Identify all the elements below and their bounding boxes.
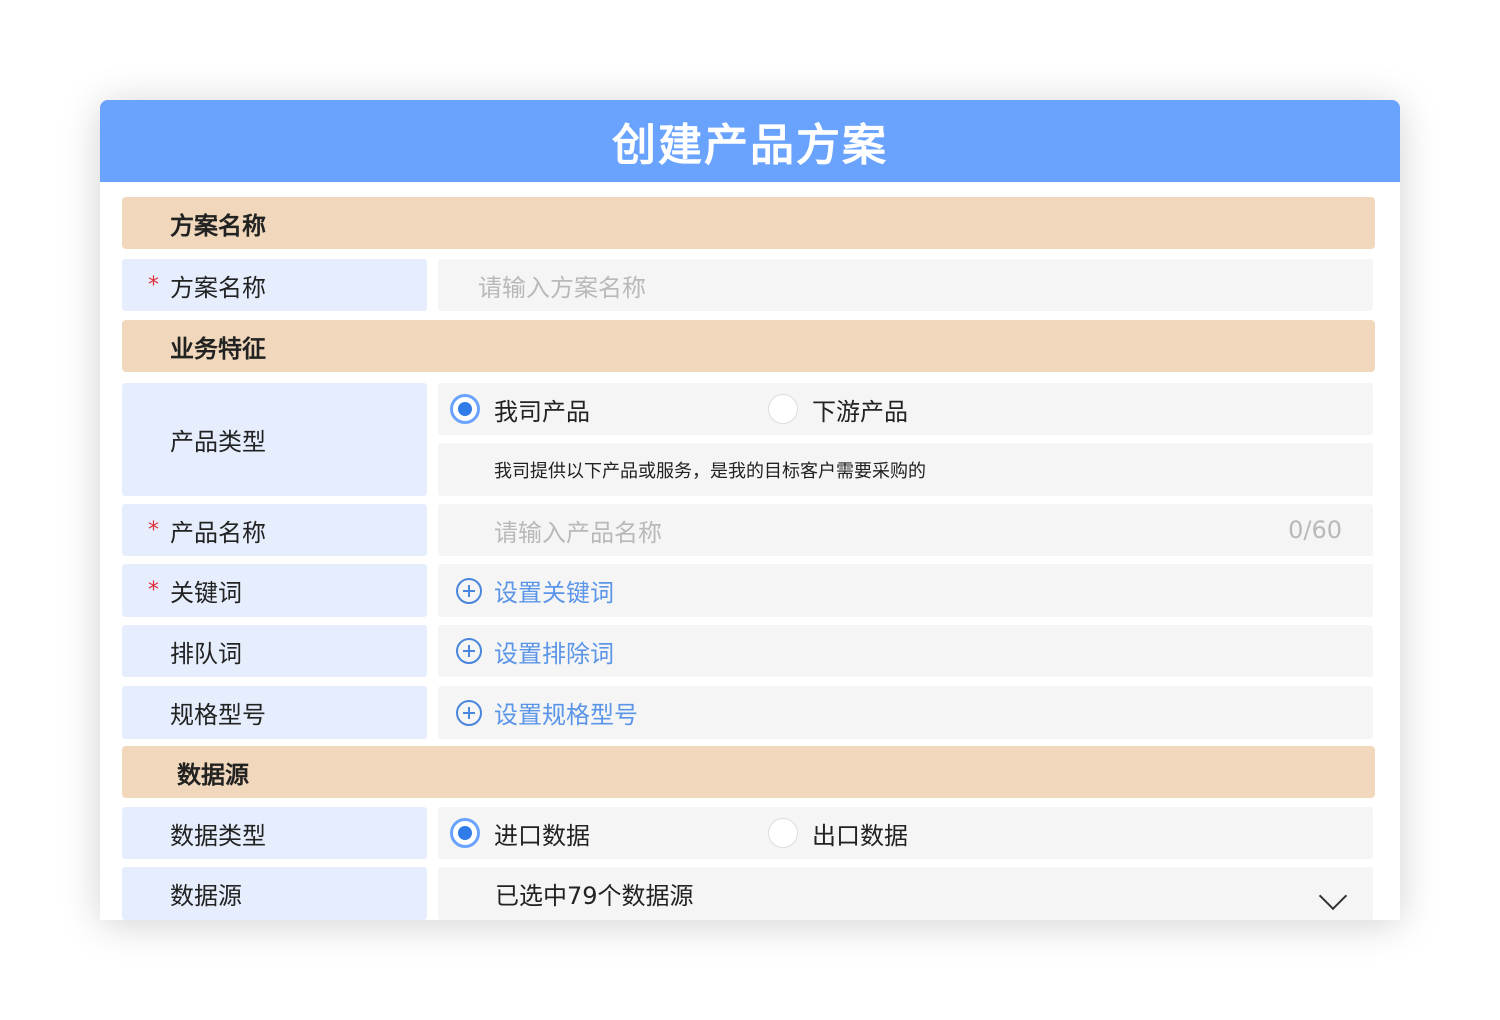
radio-option-import[interactable]: 进口数据 (450, 807, 590, 859)
set-keywords-button[interactable]: 设置关键词 (438, 564, 1373, 617)
product-type-radio-group: 我司产品 下游产品 (438, 383, 1373, 435)
data-type-label: 数据类型 (122, 807, 427, 859)
data-source-value: 已选中79个数据源 (495, 882, 694, 910)
product-name-placeholder: 请输入产品名称 (494, 518, 662, 547)
radio-checked-icon[interactable] (450, 818, 480, 848)
product-name-label: * 产品名称 (122, 504, 427, 556)
plus-circle-icon[interactable] (456, 577, 482, 604)
plus-circle-icon[interactable] (456, 638, 482, 664)
data-source-select[interactable]: 已选中79个数据源 (438, 867, 1373, 920)
radio-option-export[interactable]: 出口数据 (768, 807, 908, 859)
radio-option-downstream-product[interactable]: 下游产品 (768, 383, 908, 435)
keywords-label: * 关键词 (122, 564, 427, 617)
char-counter: 0/60 (1288, 516, 1342, 544)
radio-unchecked-icon[interactable] (768, 818, 798, 848)
section-title: 数据源 (177, 760, 249, 789)
exclude-words-label: 排队词 (122, 625, 427, 677)
section-title: 方案名称 (170, 211, 266, 240)
data-type-radio-group: 进口数据 出口数据 (438, 807, 1373, 859)
data-source-label: 数据源 (122, 867, 427, 920)
section-business: 业务特征 (122, 320, 1375, 372)
section-datasource: 数据源 (122, 746, 1375, 798)
radio-unchecked-icon[interactable] (768, 394, 798, 424)
section-title: 业务特征 (170, 334, 266, 363)
required-mark: * (148, 578, 159, 603)
product-name-input[interactable]: 请输入产品名称 0/60 (438, 504, 1373, 556)
radio-option-own-product[interactable]: 我司产品 (450, 383, 590, 435)
product-type-label: 产品类型 (122, 383, 427, 496)
plan-name-placeholder: 请输入方案名称 (478, 273, 646, 302)
set-exclude-words-button[interactable]: 设置排除词 (438, 625, 1373, 677)
required-mark: * (148, 517, 159, 543)
product-type-hint: 我司提供以下产品或服务，是我的目标客户需要采购的 (438, 443, 1373, 496)
required-mark: * (148, 272, 159, 298)
dialog-title: 创建产品方案 (100, 100, 1400, 182)
chevron-down-icon[interactable] (1318, 881, 1348, 911)
spec-model-label: 规格型号 (122, 686, 427, 739)
radio-checked-icon[interactable] (450, 394, 480, 424)
plan-name-label: * 方案名称 (122, 259, 427, 311)
plus-circle-icon[interactable] (456, 699, 482, 726)
plan-name-input[interactable]: 请输入方案名称 (438, 259, 1373, 311)
create-plan-dialog: 创建产品方案 方案名称 * 方案名称 请输入方案名称 业务特征 产品类型 我司产… (100, 100, 1400, 920)
section-plan-name: 方案名称 (122, 197, 1375, 249)
set-spec-model-button[interactable]: 设置规格型号 (438, 686, 1373, 739)
